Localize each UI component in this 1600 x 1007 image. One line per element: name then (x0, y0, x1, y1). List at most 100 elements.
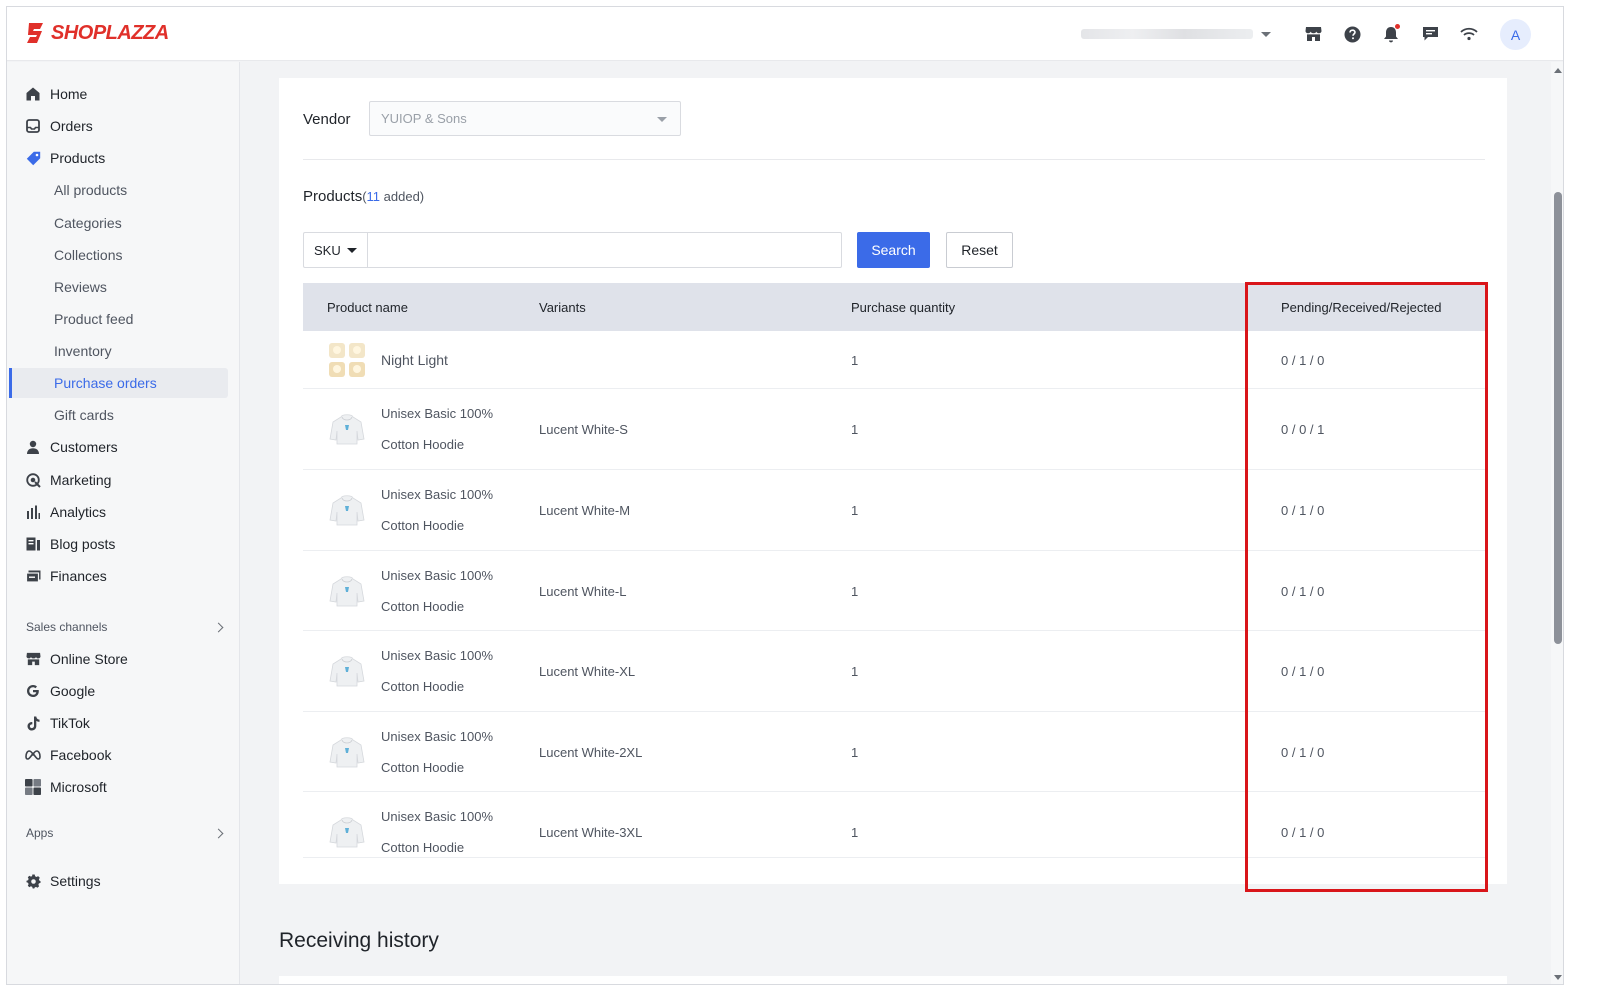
reset-button[interactable]: Reset (946, 232, 1013, 268)
vendor-select[interactable]: YUIOP & Sons (369, 101, 681, 136)
sidebar-item-products[interactable]: Products (7, 143, 240, 173)
sidebar-subitem-gift-cards[interactable]: Gift cards (7, 400, 240, 430)
vendor-value: YUIOP & Sons (381, 111, 467, 126)
product-name: Unisex Basic 100% Cotton Hoodie (381, 640, 493, 702)
products-added-text: added) (380, 189, 425, 204)
sidebar-item-label: Facebook (50, 747, 112, 763)
top-bar: SHOPLAZZA A (7, 7, 1563, 61)
hoodie-thumbnail (329, 817, 365, 848)
hoodie-thumbnail (329, 414, 365, 445)
variant-name: Lucent White-3XL (539, 824, 643, 840)
purchase-order-products-card: Vendor YUIOP & Sons Products(11 added) S… (279, 78, 1507, 884)
products-section-title: Products(11 added) (303, 188, 424, 205)
product-name-line2: Cotton Hoodie (381, 760, 465, 775)
status-counts: 0 / 1 / 0 (1281, 744, 1325, 760)
search-input[interactable] (367, 232, 842, 268)
variant-name: Lucent White-L (539, 583, 627, 599)
sidebar-item-google[interactable]: Google (7, 676, 240, 706)
purchase-quantity: 1 (851, 583, 859, 599)
sidebar-item-customers[interactable]: Customers (7, 432, 240, 462)
page-scrollbar[interactable] (1551, 62, 1563, 984)
scrollbar-thumb[interactable] (1554, 192, 1562, 644)
sidebar-item-marketing[interactable]: Marketing (7, 465, 240, 495)
sales-channels-section[interactable]: Sales channels (26, 617, 226, 637)
sidebar-subitem-inventory[interactable]: Inventory (7, 336, 240, 366)
sidebar-subitem-all-products[interactable]: All products (7, 175, 240, 205)
product-name-line2: Cotton Hoodie (381, 518, 465, 533)
sidebar-item-label: Marketing (50, 472, 112, 488)
table-row: Unisex Basic 100% Cotton Hoodie Lucent Wh… (303, 712, 1485, 792)
store-selector[interactable] (1081, 27, 1271, 41)
chevron-right-icon (213, 622, 224, 632)
product-name: Unisex Basic 100% Cotton Hoodie (381, 560, 493, 622)
sidebar-item-finances[interactable]: Finances (7, 561, 240, 591)
meta-icon (25, 747, 41, 763)
sidebar-item-facebook[interactable]: Facebook (7, 740, 240, 770)
app-window: SHOPLAZZA A Home Orders Products All pro… (6, 6, 1564, 985)
microsoft-icon (25, 779, 41, 795)
product-name-line1: Unisex Basic 100% (381, 568, 493, 583)
product-name-line1: Unisex Basic 100% (381, 729, 493, 744)
sidebar-subitem-product-feed[interactable]: Product feed (7, 304, 240, 334)
table-row: Unisex Basic 100% Cotton Hoodie Lucent Wh… (303, 470, 1485, 551)
bell-icon[interactable] (1381, 24, 1401, 44)
blog-icon (25, 536, 41, 552)
sidebar-item-label: Analytics (50, 504, 107, 520)
table-row: Unisex Basic 100% Cotton Hoodie Lucent Wh… (303, 389, 1485, 470)
scroll-down-arrow-icon[interactable] (1554, 975, 1562, 980)
night-light-thumbnail (327, 340, 367, 380)
product-name-line2: Cotton Hoodie (381, 679, 465, 694)
search-field-value: SKU (314, 242, 341, 258)
sidebar-item-microsoft[interactable]: Microsoft (7, 772, 240, 802)
sidebar-item-tiktok[interactable]: TikTok (7, 708, 240, 738)
product-name: Night Light (381, 352, 448, 368)
purchase-quantity: 1 (851, 503, 859, 518)
sidebar-subitem-collections[interactable]: Collections (7, 240, 240, 270)
product-name-line1: Unisex Basic 100% (381, 809, 493, 824)
product-name-line1: Unisex Basic 100% (381, 648, 493, 663)
sidebar-item-online-store[interactable]: Online Store (7, 644, 240, 674)
scroll-up-arrow-icon[interactable] (1554, 68, 1562, 73)
product-name: Unisex Basic 100% Cotton Hoodie (381, 801, 493, 858)
shoplazza-logo[interactable]: SHOPLAZZA (25, 21, 169, 45)
product-name-line2: Cotton Hoodie (381, 840, 465, 855)
table-row: Unisex Basic 100% Cotton Hoodie Lucent Wh… (303, 551, 1485, 631)
main-content: Vendor YUIOP & Sons Products(11 added) S… (241, 62, 1549, 984)
sidebar-item-label: Google (50, 683, 96, 699)
help-icon[interactable] (1342, 24, 1362, 44)
sidebar-subitem-purchase-orders[interactable]: Purchase orders (9, 368, 228, 398)
sidebar: Home Orders Products All products Catego… (7, 62, 240, 984)
sidebar-item-settings[interactable]: Settings (7, 866, 240, 896)
purchase-quantity: 1 (851, 664, 859, 679)
purchase-quantity: 1 (851, 352, 859, 368)
caret-down-icon (346, 247, 357, 253)
sidebar-item-blog-posts[interactable]: Blog posts (7, 529, 240, 559)
product-name-line1: Unisex Basic 100% (381, 487, 493, 502)
message-icon[interactable] (1420, 24, 1440, 44)
sidebar-subitem-categories[interactable]: Categories (7, 208, 240, 238)
wifi-icon[interactable] (1459, 24, 1479, 44)
apps-section[interactable]: Apps (26, 823, 226, 843)
sidebar-item-label: Customers (50, 439, 118, 455)
divider (303, 159, 1485, 160)
sidebar-item-analytics[interactable]: Analytics (7, 497, 240, 527)
receiving-history-card (279, 976, 1507, 984)
hoodie-thumbnail (329, 737, 365, 768)
status-counts: 0 / 1 / 0 (1281, 352, 1325, 368)
avatar[interactable]: A (1500, 19, 1531, 50)
search-button[interactable]: Search (857, 232, 930, 268)
purchase-quantity: 1 (851, 422, 859, 437)
sidebar-item-orders[interactable]: Orders (7, 111, 240, 141)
brand-name: SHOPLAZZA (51, 21, 169, 44)
store-icon[interactable] (1303, 24, 1323, 44)
sidebar-subitem-reviews[interactable]: Reviews (7, 272, 240, 302)
table-header: Product name Variants Purchase quantity … (303, 283, 1485, 331)
table-row: Night Light 1 0 / 1 / 0 (303, 331, 1485, 389)
variant-name: Lucent White-S (539, 422, 628, 437)
variant-name: Lucent White-2XL (539, 744, 643, 760)
tag-icon (25, 150, 41, 166)
finance-icon (25, 568, 41, 584)
sidebar-item-home[interactable]: Home (7, 79, 240, 109)
search-field-select[interactable]: SKU (303, 232, 368, 268)
table-row: Unisex Basic 100% Cotton Hoodie Lucent Wh… (303, 631, 1485, 712)
